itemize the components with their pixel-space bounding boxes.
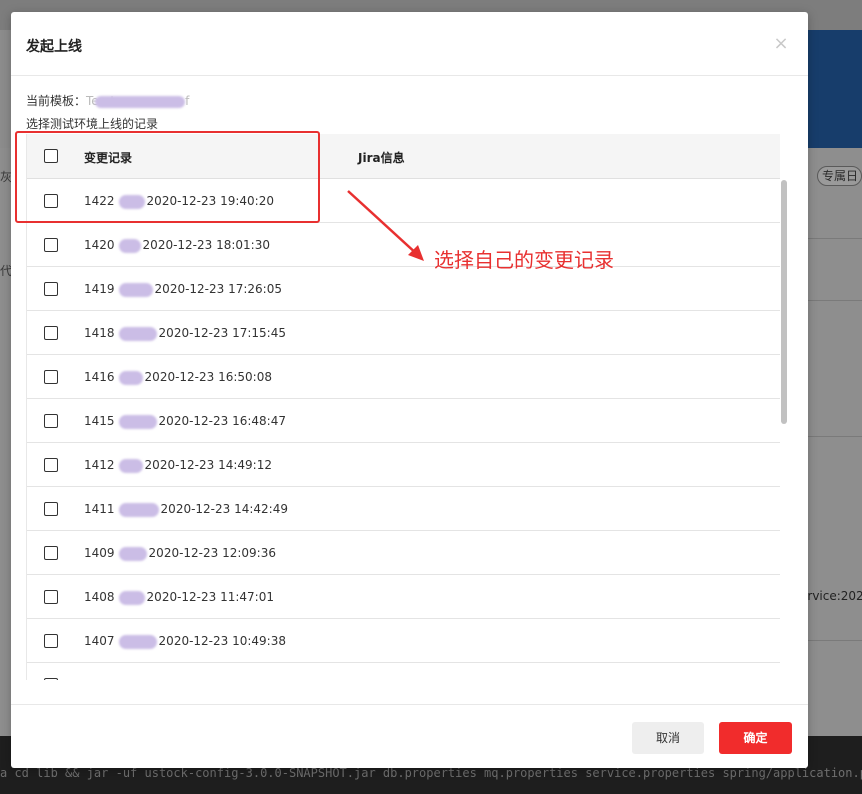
- close-icon[interactable]: ×: [773, 35, 789, 53]
- annotation-text: 选择自己的变更记录: [434, 248, 614, 272]
- annotation-arrow-icon: [347, 190, 424, 261]
- row-checkbox[interactable]: [44, 370, 58, 384]
- checkbox-icon: [44, 326, 58, 340]
- launch-dialog: 发起上线 × 当前模板：Temtf 选择测试环境上线的记录 变更记录 Jira信…: [11, 12, 808, 768]
- record-timestamp: 2020-12-23 10:49:38: [158, 634, 286, 648]
- checkbox-icon: [44, 590, 58, 604]
- background-service-text: ervice:2020: [800, 589, 862, 603]
- background-divider: [808, 640, 862, 641]
- table-row[interactable]: 1408 2020-12-23 11:47:01: [27, 575, 780, 619]
- checkbox-icon: [44, 546, 58, 560]
- row-checkbox[interactable]: [44, 678, 58, 680]
- redacted-blur: [118, 590, 145, 605]
- table-row[interactable]: [27, 663, 780, 680]
- row-checkbox[interactable]: [44, 546, 58, 560]
- current-template-line: 当前模板：Temtf: [26, 92, 189, 109]
- record-id: 1409: [84, 546, 115, 560]
- record-id: 1416: [84, 370, 115, 384]
- dialog-footer: 取消 确定: [11, 704, 808, 768]
- record-id: 1408: [84, 590, 115, 604]
- redacted-blur: [118, 238, 141, 253]
- row-checkbox[interactable]: [44, 590, 58, 604]
- background-divider: [808, 436, 862, 437]
- row-checkbox[interactable]: [44, 238, 58, 252]
- background-divider: [808, 238, 862, 239]
- record-timestamp: 2020-12-23 17:15:45: [158, 326, 286, 340]
- redacted-blur: [118, 414, 157, 429]
- checkbox-icon: [44, 458, 58, 472]
- row-checkbox[interactable]: [44, 282, 58, 296]
- redacted-blur: [95, 95, 186, 108]
- background-divider: [808, 300, 862, 301]
- annotation-highlight-box: [15, 131, 320, 223]
- redacted-blur: [118, 326, 157, 341]
- background-terminal-text: a cd lib && jar -uf ustock-config-3.0.0-…: [0, 766, 862, 780]
- checkbox-icon: [44, 414, 58, 428]
- change-record-text: 1419 2020-12-23 17:26:05: [84, 282, 282, 297]
- select-records-label: 选择测试环境上线的记录: [26, 117, 159, 131]
- checkbox-icon: [44, 634, 58, 648]
- change-record-text: 1409 2020-12-23 12:09:36: [84, 546, 276, 561]
- dialog-header: 发起上线 ×: [11, 12, 808, 76]
- redacted-blur: [118, 282, 153, 297]
- row-checkbox[interactable]: [44, 326, 58, 340]
- change-record-text: 1412 2020-12-23 14:49:12: [84, 458, 272, 473]
- redacted-blur: [118, 370, 143, 385]
- dialog-title: 发起上线: [26, 39, 82, 55]
- change-record-text: 1416 2020-12-23 16:50:08: [84, 370, 272, 385]
- redacted-blur: [118, 546, 147, 561]
- record-id: 1415: [84, 414, 115, 428]
- background-header-strip: [808, 30, 862, 148]
- table-row[interactable]: 1411 2020-12-23 14:42:49: [27, 487, 780, 531]
- table-row[interactable]: 1419 2020-12-23 17:26:05: [27, 267, 780, 311]
- table-row[interactable]: 1407 2020-12-23 10:49:38: [27, 619, 780, 663]
- change-record-text: 1415 2020-12-23 16:48:47: [84, 414, 286, 429]
- current-template-label: 当前模板：: [26, 94, 87, 108]
- table-row[interactable]: 1415 2020-12-23 16:48:47: [27, 399, 780, 443]
- checkbox-icon: [44, 370, 58, 384]
- table-scrollbar[interactable]: [781, 180, 787, 424]
- table-row[interactable]: 1416 2020-12-23 16:50:08: [27, 355, 780, 399]
- record-timestamp: 2020-12-23 18:01:30: [142, 238, 270, 252]
- current-template-tail: f: [185, 94, 190, 108]
- checkbox-icon: [44, 678, 58, 680]
- change-record-text: 1418 2020-12-23 17:15:45: [84, 326, 286, 341]
- record-timestamp: 2020-12-23 12:09:36: [148, 546, 276, 560]
- change-record-text: 1408 2020-12-23 11:47:01: [84, 590, 274, 605]
- record-timestamp: 2020-12-23 16:48:47: [158, 414, 286, 428]
- confirm-button[interactable]: 确定: [719, 722, 792, 754]
- column-header-jira: Jira信息: [358, 151, 405, 165]
- record-id: 1420: [84, 238, 115, 252]
- background-tag-pill: 专属日: [817, 166, 862, 186]
- record-timestamp: 2020-12-23 14:49:12: [144, 458, 272, 472]
- record-id: 1418: [84, 326, 115, 340]
- table-row[interactable]: 1412 2020-12-23 14:49:12: [27, 443, 780, 487]
- record-id: 1412: [84, 458, 115, 472]
- record-timestamp: 2020-12-23 16:50:08: [144, 370, 272, 384]
- redacted-blur: [118, 458, 143, 473]
- change-record-text: 1411 2020-12-23 14:42:49: [84, 502, 288, 517]
- record-timestamp: 2020-12-23 17:26:05: [154, 282, 282, 296]
- redacted-blur: [118, 502, 159, 517]
- checkbox-icon: [44, 502, 58, 516]
- row-checkbox[interactable]: [44, 634, 58, 648]
- record-timestamp: 2020-12-23 11:47:01: [146, 590, 274, 604]
- table-row[interactable]: 1409 2020-12-23 12:09:36: [27, 531, 780, 575]
- record-id: 1419: [84, 282, 115, 296]
- checkbox-icon: [44, 238, 58, 252]
- change-record-text: 1420 2020-12-23 18:01:30: [84, 238, 270, 253]
- record-timestamp: 2020-12-23 14:42:49: [160, 502, 288, 516]
- redacted-blur: [118, 634, 157, 649]
- cancel-button[interactable]: 取消: [632, 722, 704, 754]
- table-row[interactable]: 1418 2020-12-23 17:15:45: [27, 311, 780, 355]
- record-id: 1407: [84, 634, 115, 648]
- row-checkbox[interactable]: [44, 458, 58, 472]
- row-checkbox[interactable]: [44, 502, 58, 516]
- record-id: 1411: [84, 502, 115, 516]
- row-checkbox[interactable]: [44, 414, 58, 428]
- change-record-text: 1407 2020-12-23 10:49:38: [84, 634, 286, 649]
- checkbox-icon: [44, 282, 58, 296]
